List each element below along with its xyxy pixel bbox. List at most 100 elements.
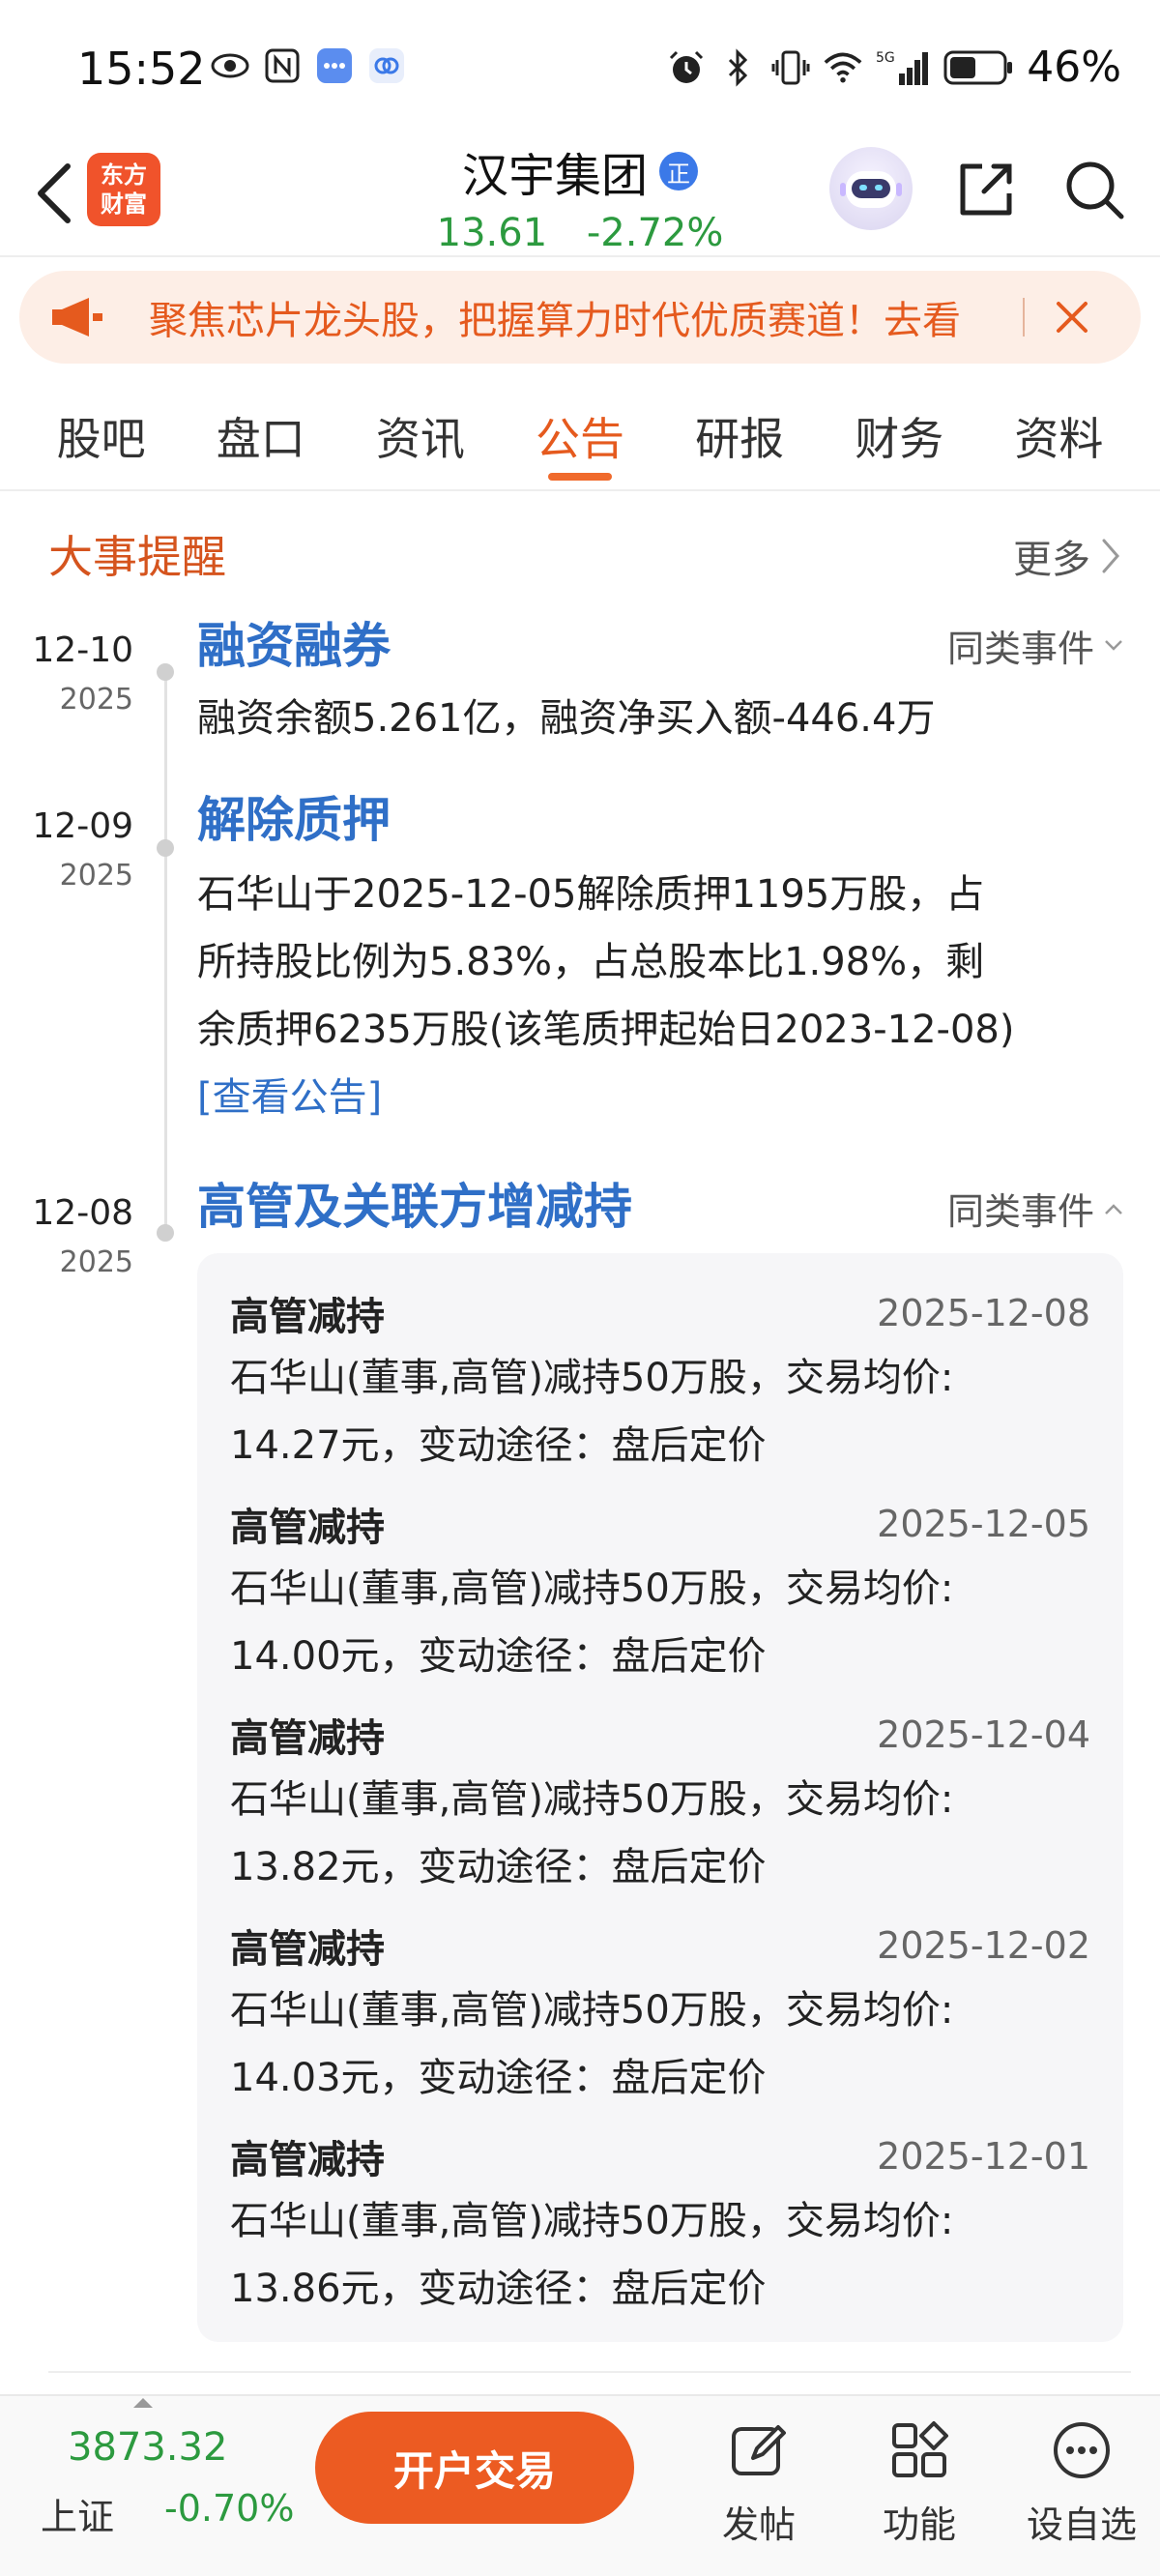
same-event-label: 同类事件 [946, 628, 1094, 670]
event-body-line: 所持股比例为5.83%，占总股本比1.98%，剩 [197, 940, 985, 984]
functions-button[interactable]: 功能 [856, 2410, 982, 2548]
tab-finance[interactable]: 财务 [855, 382, 943, 490]
timeline-dot [157, 663, 174, 681]
system-icons: 5G 46% [667, 43, 1121, 92]
open-account-trade-button[interactable]: 开户交易 [315, 2412, 634, 2524]
detail-line: 14.03元，变动途径：盘后定价 [230, 2056, 767, 2100]
event-title[interactable]: 解除质押 [197, 781, 391, 851]
detail-line: 14.27元，变动途径：盘后定价 [230, 1423, 767, 1468]
chevron-up-icon [1105, 1203, 1122, 1215]
svg-text:5G: 5G [876, 50, 895, 66]
detail-date: 2025-12-01 [877, 2135, 1090, 2178]
tab-announcements[interactable]: 公告 [536, 382, 624, 490]
more-label: 更多 [1013, 538, 1090, 582]
vibrate-icon [771, 48, 810, 87]
close-icon [1057, 302, 1088, 333]
list-item[interactable]: 高管减持 2025-12-02 石华山(董事,高管)减持50万股，交易均价: 1… [230, 1915, 1090, 2125]
event-title[interactable]: 高管及关联方增减持 [197, 1168, 632, 1238]
list-item[interactable]: 高管减持 2025-12-01 石华山(董事,高管)减持50万股，交易均价: 1… [230, 2125, 1090, 2336]
bottom-bar: 3873.32 上证 -0.70% 开户交易 发帖 功能 设自选 [0, 2394, 1160, 2576]
nfc-icon [263, 46, 302, 85]
banner-divider [1023, 298, 1025, 337]
tab-profile[interactable]: 资料 [1014, 382, 1103, 490]
banner-text: 聚焦芯片龙头股，把握算力时代优质赛道！去看 [149, 299, 961, 343]
event-body: 融资余额5.261亿，融资净买入额-446.4万 [197, 696, 936, 741]
alarm-icon [667, 48, 706, 87]
robot-icon [840, 171, 902, 208]
event-year: 2025 [59, 859, 133, 893]
detail-date: 2025-12-05 [877, 1503, 1090, 1545]
detail-line: 石华山(董事,高管)减持50万股，交易均价: [230, 1777, 954, 1822]
event-year: 2025 [59, 683, 133, 717]
bluetooth-icon [719, 47, 758, 87]
index-value[interactable]: 3873.32 [68, 2425, 227, 2470]
view-announcement-link[interactable]: [查看公告] [197, 1064, 1067, 1131]
ai-assistant-button[interactable] [829, 147, 913, 230]
event-body-line: 余质押6235万股(该笔质押起始日2023-12-08) [197, 1008, 1015, 1052]
app-icon [367, 46, 406, 85]
detail-date: 2025-12-08 [877, 1292, 1090, 1334]
status-bar: 15:52 5G 46% [0, 0, 1160, 135]
more-link[interactable]: 更多 [1013, 528, 1121, 584]
stock-change: -2.72% [586, 211, 724, 255]
same-event-label: 同类事件 [946, 1190, 1094, 1233]
message-icon [315, 46, 354, 85]
battery-percent: 46% [1027, 43, 1121, 92]
event-body: 石华山于2025-12-05解除质押1195万股，占 所持股比例为5.83%，占… [197, 861, 1067, 1131]
divider [48, 2371, 1131, 2373]
share-button[interactable] [949, 153, 1023, 226]
event-title[interactable]: 融资融券 [197, 607, 391, 677]
chevron-right-icon [1102, 539, 1119, 573]
index-change[interactable]: -0.70% [164, 2487, 294, 2530]
detail-line: 石华山(董事,高管)减持50万股，交易均价: [230, 2199, 954, 2243]
wifi-icon [824, 48, 862, 87]
functions-label: 功能 [882, 2503, 956, 2546]
chevron-down-icon [1105, 639, 1122, 651]
more-dots-icon [1019, 2410, 1145, 2491]
timeline-line [164, 667, 167, 1238]
notification-icons [211, 46, 406, 85]
detail-type: 高管减持 [230, 1295, 385, 1339]
banner-close-button[interactable] [1038, 283, 1106, 351]
apps-grid-icon [856, 2410, 982, 2491]
search-button[interactable] [1058, 153, 1131, 226]
list-item[interactable]: 高管减持 2025-12-04 石华山(董事,高管)减持50万股，交易均价: 1… [230, 1704, 1090, 1915]
list-item[interactable]: 高管减持 2025-12-08 石华山(董事,高管)减持50万股，交易均价: 1… [230, 1282, 1090, 1493]
tab-bar: 股吧 盘口 资讯 公告 研报 财务 资料 [0, 383, 1160, 491]
detail-line: 石华山(董事,高管)减持50万股，交易均价: [230, 1356, 954, 1400]
stock-header: 东方 财富 汉宇集团 正 13.61 -2.72% [0, 135, 1160, 257]
list-item[interactable]: 高管减持 2025-12-05 石华山(董事,高管)减持50万股，交易均价: 1… [230, 1493, 1090, 1704]
promo-banner[interactable]: 聚焦芯片龙头股，把握算力时代优质赛道！去看 [19, 271, 1141, 364]
signal-icon: 5G [876, 48, 930, 87]
event-date: 12-10 [32, 630, 133, 670]
detail-type: 高管减持 [230, 1716, 385, 1761]
eye-icon [211, 46, 249, 85]
detail-line: 13.86元，变动途径：盘后定价 [230, 2267, 767, 2311]
post-button[interactable]: 发帖 [696, 2410, 822, 2548]
status-badge: 正 [659, 152, 698, 190]
add-watchlist-label: 设自选 [1026, 2503, 1137, 2546]
tab-research[interactable]: 研报 [695, 382, 784, 490]
event-date: 12-08 [32, 1193, 133, 1233]
same-event-toggle[interactable]: 同类事件 [947, 1182, 1123, 1235]
status-time: 15:52 [77, 43, 206, 95]
stock-price: 13.61 [436, 211, 548, 255]
megaphone-icon [48, 288, 106, 346]
tab-guba[interactable]: 股吧 [57, 382, 146, 490]
detail-line: 石华山(董事,高管)减持50万股，交易均价: [230, 1566, 954, 1611]
battery-icon [943, 48, 1013, 87]
event-date: 12-09 [32, 806, 133, 846]
stock-name: 汉宇集团 [461, 149, 648, 203]
detail-line: 13.82元，变动途径：盘后定价 [230, 1845, 767, 1889]
detail-type: 高管减持 [230, 1927, 385, 1972]
detail-type: 高管减持 [230, 2138, 385, 2182]
event-year: 2025 [59, 1245, 133, 1279]
detail-line: 14.00元，变动途径：盘后定价 [230, 1634, 767, 1679]
index-name[interactable]: 上证 [41, 2487, 114, 2540]
same-event-toggle[interactable]: 同类事件 [947, 619, 1123, 672]
edit-icon [696, 2410, 822, 2491]
expand-up-icon[interactable] [133, 2398, 153, 2408]
tab-news[interactable]: 资讯 [376, 382, 465, 490]
tab-pankou[interactable]: 盘口 [217, 382, 305, 490]
add-watchlist-button[interactable]: 设自选 [1019, 2410, 1145, 2548]
